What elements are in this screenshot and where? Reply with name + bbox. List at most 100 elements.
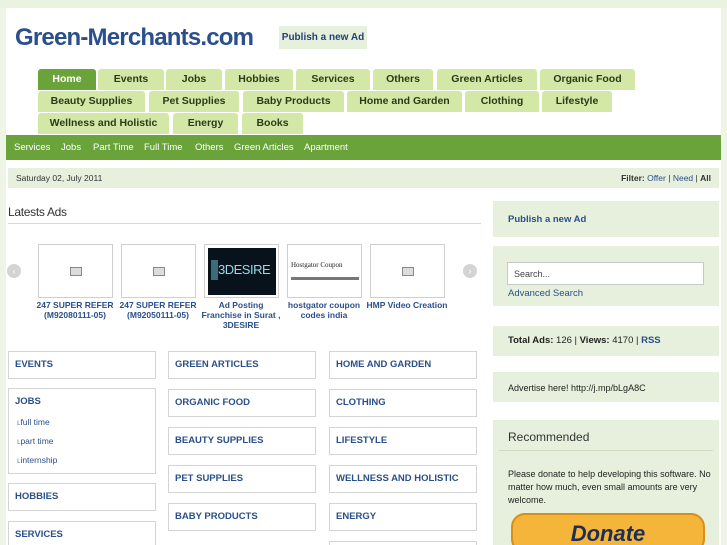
tab-pet-supplies[interactable]: Pet Supplies [149,91,239,112]
filter-label: Filter: [621,173,645,183]
category-box-organic-food: ORGANIC FOOD [168,389,316,417]
category-box-jobs: JOBS ʟfull time ʟpart time ʟinternship [8,388,156,474]
category-title[interactable]: PET SUPPLIES [175,473,243,484]
advanced-search-link[interactable]: Advanced Search [508,288,583,299]
category-box-events: EVENTS [8,351,156,379]
tab-clothing[interactable]: Clothing [465,91,539,112]
tab-hobbies[interactable]: Hobbies [225,69,293,90]
tab-books[interactable]: Books [242,113,303,134]
category-title[interactable]: ENERGY [336,511,376,522]
donate-label: Donate [570,521,646,545]
current-date: Saturday 02, July 2011 [16,173,103,183]
recommended-title: Recommended [508,430,590,444]
tab-services[interactable]: Services [296,69,370,90]
search-input[interactable]: Search... [507,262,704,285]
tab-jobs[interactable]: Jobs [166,69,222,90]
category-title[interactable]: WELLNESS AND HOLISTIC [336,473,459,484]
tab-home-and-garden[interactable]: Home and Garden [347,91,462,112]
ad-caption[interactable]: 247 SUPER REFER (M92080111-05) [34,300,116,328]
category-title[interactable]: BABY PRODUCTS [175,511,258,522]
tab-baby-products[interactable]: Baby Products [243,91,344,112]
tab-beauty-supplies[interactable]: Beauty Supplies [38,91,145,112]
site-logo[interactable]: Green-Merchants.com [15,24,254,52]
tab-wellness-and-holistic[interactable]: Wellness and Holistic [38,113,169,134]
filter-separator: | [695,173,698,183]
category-box-services: SERVICES [8,521,156,545]
carousel-next-icon[interactable]: › [463,264,477,278]
subnav-green-articles[interactable]: Green Articles [234,142,294,153]
category-title[interactable]: HOBBIES [15,491,58,502]
ad-thumbnail-2[interactable] [121,244,196,298]
filter: Filter: Offer | Need | All [621,173,711,183]
subnav-others[interactable]: Others [195,142,224,153]
tab-others[interactable]: Others [373,69,433,90]
image-placeholder-icon [153,267,165,276]
tab-energy[interactable]: Energy [173,113,238,134]
subnav-part-time[interactable]: Part Time [93,142,134,153]
category-box-energy: ENERGY [329,503,477,531]
tab-home[interactable]: Home [38,69,96,90]
ad-image-text: Hostgator Coupon [291,261,343,269]
category-title[interactable]: GREEN ARTICLES [175,359,259,370]
category-box-hobbies: HOBBIES [8,483,156,511]
tab-organic-food[interactable]: Organic Food [540,69,635,90]
category-title[interactable]: SERVICES [15,529,63,540]
sub-nav: Services Jobs Part Time Full Time Others… [6,135,721,160]
ad-caption[interactable]: 247 SUPER REFER (M92050111-05) [117,300,199,328]
ad-caption[interactable]: Ad Posting Franchise in Surat , 3DESIRE [200,300,282,328]
ad-thumbnail-3[interactable]: 3DESIRE [204,244,279,298]
subnav-services[interactable]: Services [14,142,50,153]
filter-all-link[interactable]: All [700,173,711,183]
ad-caption[interactable]: hostgator coupon codes india [283,300,365,328]
category-title[interactable]: HOME AND GARDEN [336,359,431,370]
category-title[interactable]: BEAUTY SUPPLIES [175,435,264,446]
advertise-text[interactable]: Advertise here! http://j.mp/bLgA8C [508,383,646,393]
ad-thumbnail-4[interactable]: Hostgator Coupon [287,244,362,298]
category-box-lifestyle: LIFESTYLE [329,427,477,455]
category-title[interactable]: EVENTS [15,359,53,370]
divider [499,450,713,451]
rss-link[interactable]: RSS [641,335,661,346]
carousel-prev-icon[interactable]: ‹ [7,264,21,278]
subcategory-label[interactable]: part time [20,436,53,446]
tab-green-articles[interactable]: Green Articles [437,69,537,90]
subcategory-link[interactable]: ʟpart time [17,436,54,446]
views-count: 4170 [612,335,634,346]
subcategory-label[interactable]: full time [20,417,49,427]
image-placeholder-icon [402,267,414,276]
subnav-jobs[interactable]: Jobs [61,142,81,153]
ad-caption[interactable]: HMP Video Creation [366,300,448,328]
subcategory-label[interactable]: internship [20,455,57,465]
subnav-full-time[interactable]: Full Time [144,142,183,153]
subcategory-link[interactable]: ʟfull time [17,417,50,427]
tab-lifestyle[interactable]: Lifestyle [542,91,612,112]
subnav-apartment[interactable]: Apartment [304,142,348,153]
category-box-clothing: CLOTHING [329,389,477,417]
category-box-beauty-supplies: BEAUTY SUPPLIES [168,427,316,455]
filter-offer-link[interactable]: Offer [647,173,666,183]
subcategory-link[interactable]: ʟinternship [17,455,57,465]
recommended-text: Please donate to help developing this so… [508,469,711,505]
publish-ad-button[interactable]: Publish a new Ad [279,26,367,49]
ad-thumbnail-1[interactable] [38,244,113,298]
ad-image-text: 3DESIRE [218,262,271,277]
category-title[interactable]: JOBS [15,396,41,407]
category-box-wellness-and-holistic: WELLNESS AND HOLISTIC [329,465,477,493]
category-box-pet-supplies: PET SUPPLIES [168,465,316,493]
category-title[interactable]: CLOTHING [336,397,386,408]
ad-image: 3DESIRE [208,248,276,295]
category-title[interactable]: LIFESTYLE [336,435,387,446]
filter-need-link[interactable]: Need [673,173,693,183]
divider [8,223,481,224]
ad-thumbnail-5[interactable] [370,244,445,298]
views-label: Views: [579,335,610,346]
ad-image-bar [291,277,359,280]
latest-ads-title: Latests Ads [8,205,67,219]
tab-events[interactable]: Events [98,69,164,90]
sidebar-publish-link[interactable]: Publish a new Ad [508,214,586,225]
donate-button[interactable]: Donate [511,513,705,545]
date-bar: Saturday 02, July 2011 Filter: Offer | N… [8,168,719,188]
category-title[interactable]: ORGANIC FOOD [175,397,250,408]
site-stats: Total Ads: 126 | Views: 4170 | RSS [508,335,661,346]
total-ads-label: Total Ads: [508,335,554,346]
